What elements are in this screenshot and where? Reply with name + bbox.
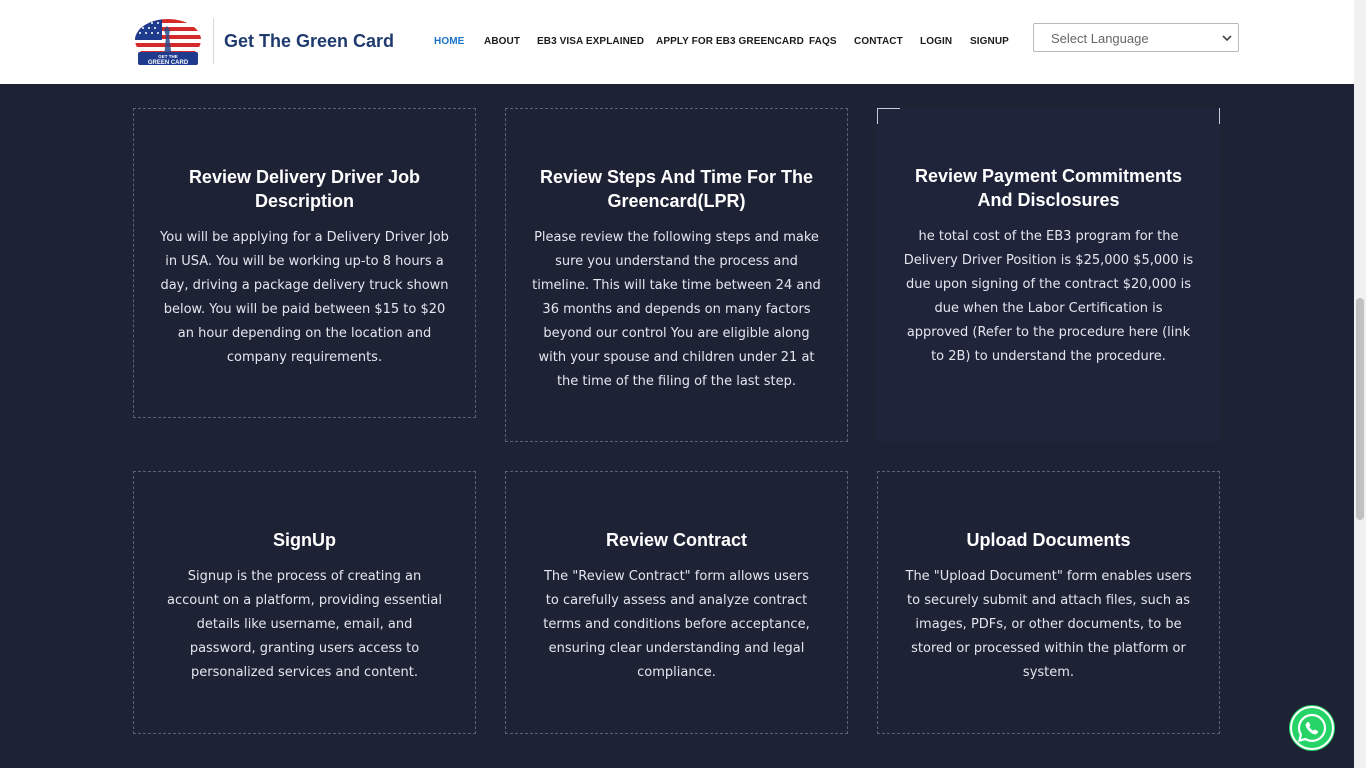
page-scrollbar[interactable] bbox=[1354, 0, 1366, 768]
nav-home[interactable]: HOME bbox=[434, 36, 464, 47]
card-text: You will be applying for a Delivery Driv… bbox=[160, 230, 449, 365]
header-divider bbox=[213, 18, 214, 64]
card-title: Upload Documents bbox=[966, 530, 1131, 550]
nav-eb3-visa-explained[interactable]: EB3 VISA EXPLAINED bbox=[537, 36, 644, 47]
svg-text:GET THE: GET THE bbox=[158, 54, 178, 59]
whatsapp-button[interactable] bbox=[1288, 704, 1336, 752]
card-text: The "Upload Document" form enables users… bbox=[905, 569, 1192, 680]
svg-text:GREEN CARD: GREEN CARD bbox=[148, 60, 189, 66]
nav-signup[interactable]: SIGNUP bbox=[970, 36, 1009, 47]
card-signup: SignUp Signup is the process of creating… bbox=[133, 471, 476, 734]
card-corner-accent bbox=[1219, 108, 1220, 124]
language-select-value: Select Language bbox=[1051, 31, 1149, 46]
card-text: Signup is the process of creating an acc… bbox=[167, 569, 442, 680]
scrollbar-thumb[interactable] bbox=[1356, 298, 1364, 520]
card-payment-commitments: Review Payment Commitments And Disclosur… bbox=[877, 108, 1220, 442]
card-corner-accent bbox=[877, 108, 900, 124]
card-title: Review Steps And Time For The Greencard(… bbox=[539, 167, 814, 211]
nav-about[interactable]: ABOUT bbox=[484, 36, 520, 47]
nav-login[interactable]: LOGIN bbox=[920, 36, 952, 47]
whatsapp-icon bbox=[1289, 705, 1335, 751]
chevron-down-icon bbox=[1222, 35, 1232, 42]
card-text: The "Review Contract" form allows users … bbox=[543, 569, 810, 680]
card-text: he total cost of the EB3 program for the… bbox=[903, 229, 1194, 364]
card-upload-documents: Upload Documents The "Upload Document" f… bbox=[877, 471, 1220, 734]
language-select[interactable]: Select Language bbox=[1033, 23, 1239, 52]
site-header: GET THE GREEN CARD Get The Green Card HO… bbox=[0, 0, 1354, 84]
card-title: Review Delivery Driver Job Description bbox=[188, 167, 421, 211]
nav-apply-eb3-greencard[interactable]: APPLY FOR EB3 GREENCARD bbox=[656, 36, 804, 47]
card-text: Please review the following steps and ma… bbox=[532, 230, 821, 389]
card-delivery-driver-job: Review Delivery Driver Job Description Y… bbox=[133, 108, 476, 418]
nav-contact[interactable]: CONTACT bbox=[854, 36, 903, 47]
card-review-contract: Review Contract The "Review Contract" fo… bbox=[505, 471, 848, 734]
card-title: SignUp bbox=[273, 530, 336, 550]
card-title: Review Payment Commitments And Disclosur… bbox=[914, 166, 1183, 210]
card-steps-and-time: Review Steps And Time For The Greencard(… bbox=[505, 108, 848, 442]
brand-name[interactable]: Get The Green Card bbox=[224, 31, 394, 52]
site-logo[interactable]: GET THE GREEN CARD bbox=[134, 18, 202, 66]
nav-faqs[interactable]: FAQS bbox=[809, 36, 837, 47]
card-title: Review Contract bbox=[605, 530, 748, 550]
